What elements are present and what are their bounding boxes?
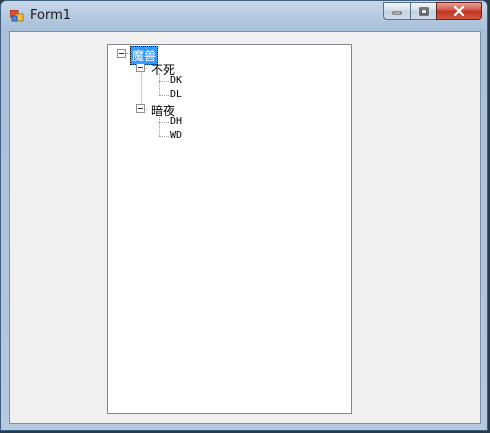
collapse-toggle-child-1[interactable] — [136, 63, 145, 72]
tree-node-leaf-dh[interactable]: DH — [170, 116, 182, 127]
collapse-toggle-root[interactable] — [117, 49, 126, 58]
title-bar[interactable]: Form1 — [1, 1, 487, 31]
collapse-toggle-child-2[interactable] — [136, 104, 145, 113]
tree-line — [159, 136, 169, 137]
tree-node-leaf-dl[interactable]: DL — [170, 89, 182, 100]
tree-line — [159, 81, 169, 82]
minimize-icon — [392, 11, 402, 15]
tree-line — [159, 95, 169, 96]
tree-view[interactable]: 魔兽 不死 DK DL 暗夜 DH WD — [107, 44, 352, 414]
tree-node-leaf-dk[interactable]: DK — [170, 75, 182, 86]
minimize-button[interactable] — [383, 2, 410, 20]
restore-button[interactable] — [410, 2, 436, 20]
form-client-area: 魔兽 不死 DK DL 暗夜 DH WD — [9, 31, 481, 424]
restore-icon — [418, 6, 429, 16]
winforms-app-icon — [10, 10, 24, 22]
tree-line — [159, 122, 169, 123]
tree-node-leaf-wd[interactable]: WD — [170, 130, 182, 141]
window-title: Form1 — [30, 8, 72, 23]
close-icon — [453, 6, 465, 16]
caption-buttons — [383, 2, 482, 20]
main-window: Form1 魔兽 不死 DK DL 暗夜 DH WD — [0, 0, 488, 431]
close-button[interactable] — [436, 2, 482, 20]
